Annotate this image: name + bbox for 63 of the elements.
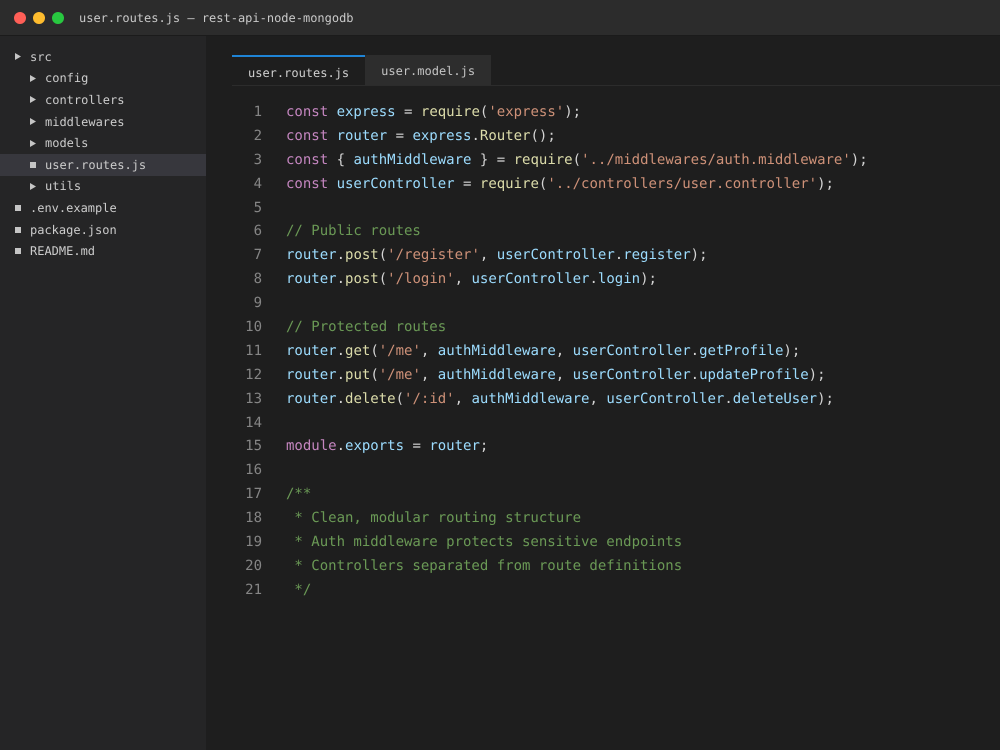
code-line: router.get('/me', authMiddleware, userController.getProfile); bbox=[286, 342, 800, 359]
caret-icon bbox=[30, 74, 36, 82]
line-number: 18 bbox=[244, 510, 262, 526]
minimize-button[interactable] bbox=[33, 12, 45, 24]
code-line: const userController = require('../controllers/user.controller'); bbox=[286, 176, 834, 192]
tree-item[interactable]: config bbox=[0, 68, 206, 90]
line-number: 7 bbox=[252, 247, 262, 264]
line-number: 20 bbox=[244, 558, 262, 574]
line-number: 6 bbox=[252, 223, 262, 240]
code-line: const router = express.Router(); bbox=[286, 128, 556, 144]
line-number: 12 bbox=[244, 366, 262, 383]
close-button[interactable] bbox=[14, 12, 26, 24]
line-number: 1 bbox=[252, 104, 262, 120]
zoom-button[interactable] bbox=[52, 12, 64, 24]
caret-icon bbox=[15, 53, 21, 60]
code-line: router.post('/login', userController.login); bbox=[286, 271, 657, 288]
line-number: 9 bbox=[252, 295, 262, 312]
code-line: // Public routes bbox=[286, 223, 421, 240]
code-line: module.exports = router; bbox=[286, 438, 488, 454]
code-line: router.post('/register', userController.register); bbox=[286, 247, 708, 264]
tree-item[interactable]: package.json bbox=[0, 218, 206, 240]
line-number: 19 bbox=[244, 534, 262, 550]
bullet-icon bbox=[15, 248, 21, 254]
code-line: * Auth middleware protects sensitive endpoints bbox=[293, 534, 682, 550]
bullet-icon bbox=[15, 204, 21, 211]
editor-tab[interactable]: user.model.js bbox=[365, 55, 492, 85]
caret-icon bbox=[30, 96, 36, 104]
code-line: const express = require('express'); bbox=[286, 104, 582, 120]
line-number: 15 bbox=[244, 438, 262, 454]
line-number: 17 bbox=[244, 486, 262, 502]
tree-item[interactable]: README.md bbox=[0, 240, 206, 262]
line-number: 16 bbox=[244, 462, 262, 478]
tree-item[interactable]: controllers bbox=[0, 89, 206, 111]
code-line: /** bbox=[286, 486, 312, 502]
bullet-icon bbox=[15, 226, 21, 233]
code-line: */ bbox=[293, 582, 312, 598]
line-number: 2 bbox=[252, 128, 262, 144]
line-number: 10 bbox=[244, 318, 262, 335]
line-number: 8 bbox=[252, 271, 262, 288]
code-line: const { authMiddleware } = require('../middlewares/auth.middleware'); bbox=[286, 152, 868, 168]
code-line: // Protected routes bbox=[286, 318, 446, 335]
code-line: router.delete('/:id', authMiddleware, userController.deleteUser); bbox=[286, 390, 834, 407]
line-number: 11 bbox=[244, 342, 262, 359]
bullet-icon bbox=[30, 162, 36, 168]
line-number: 4 bbox=[252, 176, 262, 192]
tree-item[interactable]: .env.example bbox=[0, 197, 206, 219]
line-number: 13 bbox=[244, 390, 262, 407]
code-line: router.put('/me', authMiddleware, userController.updateProfile); bbox=[286, 366, 826, 383]
caret-icon bbox=[30, 118, 36, 126]
caret-icon bbox=[30, 182, 36, 190]
tree-item[interactable]: middlewares bbox=[0, 110, 206, 132]
window-title: user.routes.js — rest-api-node-mongodb bbox=[79, 10, 354, 24]
line-number: 21 bbox=[244, 582, 262, 598]
caret-icon bbox=[30, 140, 36, 147]
code-line: * Controllers separated from route definitions bbox=[293, 558, 682, 574]
line-number: 3 bbox=[252, 152, 262, 168]
tree-item[interactable]: models bbox=[0, 132, 206, 154]
tree-item[interactable]: user.routes.js bbox=[0, 154, 206, 176]
tree-item[interactable]: src bbox=[0, 46, 206, 68]
tree-item[interactable]: utils bbox=[0, 176, 206, 198]
line-number: 5 bbox=[252, 200, 262, 216]
line-number: 14 bbox=[244, 414, 262, 431]
code-line: * Clean, modular routing structure bbox=[293, 510, 582, 526]
